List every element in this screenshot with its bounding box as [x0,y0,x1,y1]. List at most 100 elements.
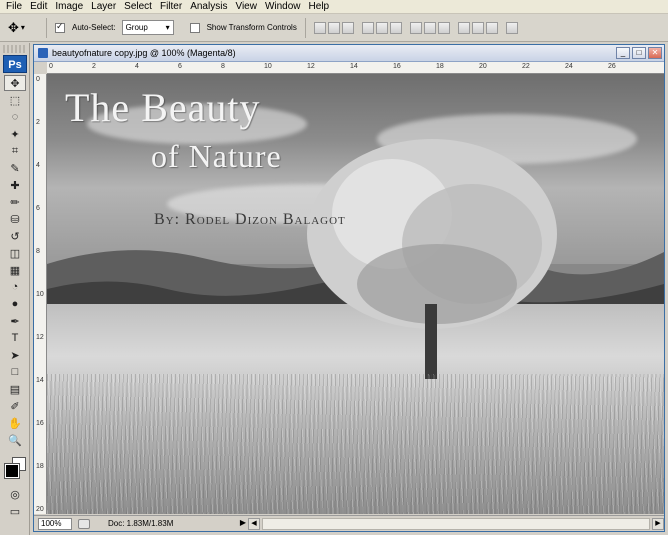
foreground-color-swatch[interactable] [4,463,20,479]
align-horizontal-centers-icon[interactable] [375,21,388,34]
distribute-bottom-icon[interactable] [437,21,450,34]
align-bottom-edges-icon[interactable] [341,21,354,34]
chevron-down-icon: ▾ [165,23,170,32]
history-brush-icon[interactable]: ↺ [4,228,26,244]
document-size-info: Doc: 1.83M/1.83M [108,519,174,528]
ruler-tick-label: 6 [178,63,182,70]
ruler-vertical[interactable]: 0 2 4 6 8 10 12 14 16 18 20 [34,74,47,514]
close-button[interactable]: ✕ [648,47,662,59]
ruler-tick-label: 8 [221,63,225,70]
status-menu-icon[interactable] [78,518,90,529]
blur-icon[interactable]: ◔ [4,279,26,295]
panel-grip[interactable] [3,45,26,53]
distribute-left-icon[interactable] [457,21,470,34]
gradient-icon[interactable]: ▦ [4,262,26,278]
distribute-top-icon[interactable] [409,21,422,34]
path-selection-icon[interactable]: ➤ [4,347,26,363]
menu-bar: File Edit Image Layer Select Filter Analysis Vi… [0,0,668,14]
show-transform-checkbox[interactable] [189,22,200,33]
image-byline: By: Rodel Dizon Balagot [154,211,346,228]
menu-analysis[interactable]: Analysis [188,0,233,14]
minimize-button[interactable]: _ [616,47,630,59]
image-title-line2: of Nature [151,138,282,174]
brush-icon[interactable]: ✏ [4,194,26,210]
clone-stamp-icon[interactable]: ⛁ [4,211,26,227]
marquee-icon[interactable]: ⬚ [4,92,26,108]
horizontal-scrollbar[interactable] [262,517,650,530]
eyedropper2-icon[interactable]: ✐ [4,398,26,414]
document-title: beautyofnature copy.jpg @ 100% (Magenta/… [52,48,236,58]
ruler-tick-label: 0 [49,63,53,70]
auto-select-label: Auto-Select: [72,23,116,32]
menu-window[interactable]: Window [263,0,307,14]
document-titlebar[interactable]: beautyofnature copy.jpg @ 100% (Magenta/… [34,45,664,62]
ruler-tick-label: 18 [36,463,44,470]
image-canvas[interactable]: The Beauty of Nature By: Rodel Dizon Bal… [47,74,664,514]
ruler-tick-label: 8 [36,248,40,255]
hand-icon[interactable]: ✋ [4,415,26,431]
ruler-tick-label: 18 [436,63,444,70]
options-bar: ✥▾ Auto-Select: Group ▾ Show Transform C… [0,14,668,42]
align-top-edges-icon[interactable] [313,21,326,34]
lasso-icon[interactable]: ◌ [4,109,26,125]
eraser-icon[interactable]: ◫ [4,245,26,261]
ruler-tick-label: 4 [36,162,40,169]
scroll-right-button[interactable]: ▶ [652,517,664,530]
notes-icon[interactable]: ▤ [4,381,26,397]
auto-select-checkbox[interactable] [55,21,65,33]
auto-select-group-dropdown[interactable]: Group ▾ [121,20,174,35]
healing-brush-icon[interactable]: ✚ [4,177,26,193]
grass-texture [47,374,664,514]
menu-edit[interactable]: Edit [28,0,53,14]
align-left-edges-icon[interactable] [361,21,374,34]
ruler-tick-label: 16 [393,63,401,70]
menu-view[interactable]: View [233,0,263,14]
menu-filter[interactable]: Filter [158,0,188,14]
ruler-tick-label: 4 [135,63,139,70]
status-arrow-icon[interactable]: ▶ [238,518,248,530]
menu-help[interactable]: Help [307,0,336,14]
ruler-tick-label: 26 [608,63,616,70]
show-transform-label: Show Transform Controls [206,23,297,32]
tree [307,139,557,379]
align-vertical-centers-icon[interactable] [327,21,340,34]
magic-wand-icon[interactable]: ✦ [4,126,26,142]
distribute-vcenter-icon[interactable] [423,21,436,34]
dodge-icon[interactable]: ● [4,296,26,312]
align-buttons [313,21,520,34]
screen-mode-icon[interactable]: ▭ [4,503,26,519]
align-right-edges-icon[interactable] [389,21,402,34]
ruler-horizontal[interactable]: 0 2 4 6 8 10 12 14 16 18 20 22 24 26 [47,62,664,74]
photoshop-logo[interactable]: Ps [3,55,27,73]
eyedropper-icon[interactable]: ✎ [4,160,26,176]
scroll-left-button[interactable]: ◀ [248,517,260,530]
ruler-tick-label: 10 [264,63,272,70]
status-bar: 100% Doc: 1.83M/1.83M ▶ ◀ ▶ [34,515,664,531]
quick-mask-icon[interactable]: ◎ [4,486,26,502]
ruler-tick-label: 2 [36,119,40,126]
ruler-tick-label: 16 [36,420,44,427]
crop-icon[interactable]: ⌗ [4,143,26,159]
group-value: Group [125,23,148,32]
type-icon[interactable]: T [4,330,26,346]
move-tool-preset[interactable]: ✥ ▾ [8,18,38,38]
ruler-tick-label: 14 [36,377,44,384]
pen-icon[interactable]: ✒ [4,313,26,329]
menu-file[interactable]: File [4,0,28,14]
separator [46,17,47,38]
move-icon[interactable]: ✥ [4,75,26,91]
ruler-tick-label: 2 [92,63,96,70]
zoom-level-field[interactable]: 100% [38,517,72,530]
separator [304,17,306,38]
distribute-right-icon[interactable] [485,21,498,34]
maximize-button[interactable]: □ [632,47,646,59]
auto-align-layers-icon[interactable] [505,21,518,34]
menu-select[interactable]: Select [122,0,158,14]
zoom-icon[interactable]: 🔍 [4,432,26,448]
distribute-hcenter-icon[interactable] [471,21,484,34]
ruler-tick-label: 10 [36,291,44,298]
shape-icon[interactable]: □ [4,364,26,380]
menu-layer[interactable]: Layer [89,0,122,14]
ruler-tick-label: 12 [36,334,44,341]
menu-image[interactable]: Image [53,0,89,14]
